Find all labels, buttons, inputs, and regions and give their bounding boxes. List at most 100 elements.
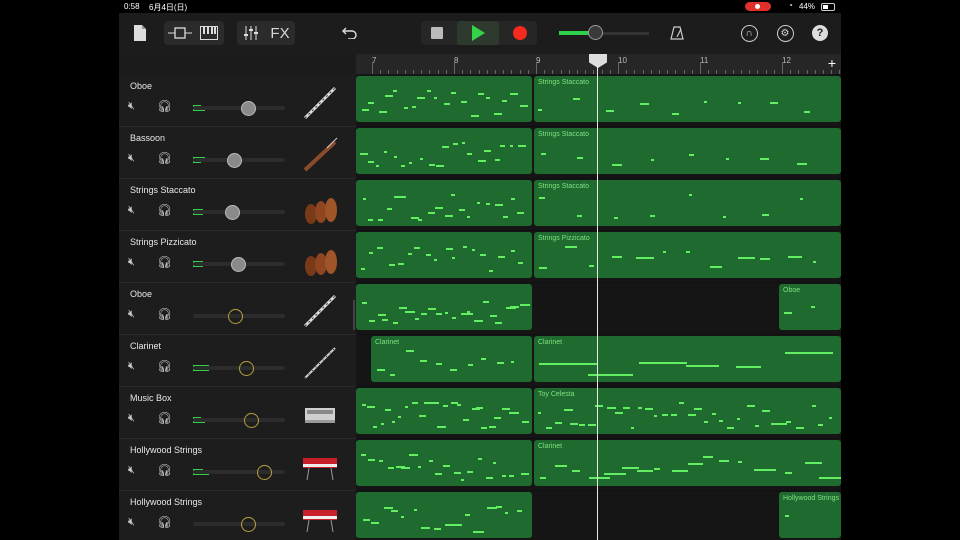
track-header[interactable]: Strings Pizzicato 🔇︎ 🎧︎ xyxy=(119,230,356,283)
region[interactable]: Hollywood Strings xyxy=(779,492,841,538)
track-lane[interactable]: Oboe xyxy=(356,282,841,335)
track-resize-handle[interactable] xyxy=(353,300,355,330)
region[interactable] xyxy=(356,284,532,330)
status-bar: 0:58 6月4日(日) ◔ 44% xyxy=(119,0,841,13)
midi-note xyxy=(479,254,486,256)
region[interactable] xyxy=(356,440,532,486)
headphones-icon[interactable]: 🎧︎ xyxy=(157,515,173,529)
track-lane[interactable]: Strings Pizzicato xyxy=(356,230,841,283)
track-header[interactable]: Hollywood Strings 🔇︎ 🎧︎ xyxy=(119,490,356,540)
tracks-area[interactable]: Strings Staccato Strings Staccato String… xyxy=(353,74,841,540)
master-volume-knob[interactable] xyxy=(588,25,603,40)
track-lane[interactable]: Clarinet xyxy=(356,438,841,491)
track-lane[interactable]: Strings Staccato xyxy=(356,74,841,127)
ruler-tick xyxy=(700,62,701,74)
mute-speaker-icon[interactable]: 🔇︎ xyxy=(128,204,142,216)
midi-note xyxy=(726,427,734,429)
headphones-icon[interactable]: 🎧︎ xyxy=(157,255,173,269)
region[interactable]: Toy Celesta xyxy=(534,388,841,434)
keyboard-button[interactable] xyxy=(198,21,220,45)
track-lane[interactable]: Hollywood Strings xyxy=(356,490,841,540)
volume-slider-knob[interactable] xyxy=(225,205,240,220)
track-lane[interactable]: Clarinet Clarinet xyxy=(356,334,841,387)
play-button[interactable] xyxy=(457,21,499,45)
region[interactable]: Clarinet xyxy=(534,336,841,382)
volume-slider-track[interactable] xyxy=(193,522,285,526)
headphones-icon[interactable]: 🎧︎ xyxy=(157,463,173,477)
metronome-button[interactable] xyxy=(667,21,687,45)
volume-slider-track[interactable] xyxy=(193,418,285,422)
ruler-tick xyxy=(372,62,373,74)
midi-note xyxy=(576,157,583,159)
music-box-icon xyxy=(305,408,335,423)
mixer-button[interactable] xyxy=(240,21,262,45)
headphones-icon[interactable]: 🎧︎ xyxy=(157,203,173,217)
track-header[interactable]: Music Box 🔇︎ 🎧︎ xyxy=(119,386,356,439)
settings-button[interactable]: ⚙ xyxy=(775,21,795,45)
region[interactable]: Clarinet xyxy=(534,440,841,486)
fx-button[interactable]: FX xyxy=(268,21,292,45)
volume-slider-knob[interactable] xyxy=(239,361,254,376)
undo-button[interactable] xyxy=(340,21,360,45)
track-lane[interactable]: Toy Celesta xyxy=(356,386,841,439)
region[interactable]: Strings Pizzicato xyxy=(534,232,841,278)
track-header[interactable]: Clarinet 🔇︎ 🎧︎ xyxy=(119,334,356,387)
region[interactable]: Strings Staccato xyxy=(534,128,841,174)
region[interactable] xyxy=(356,388,532,434)
region[interactable] xyxy=(356,180,532,226)
track-header[interactable]: Hollywood Strings 🔇︎ 🎧︎ xyxy=(119,438,356,491)
track-header[interactable]: Strings Staccato 🔇︎ 🎧︎ xyxy=(119,178,356,231)
track-header[interactable]: Bassoon 🔇︎ 🎧︎ xyxy=(119,126,356,179)
mute-speaker-icon[interactable]: 🔇︎ xyxy=(128,360,142,372)
headphones-icon[interactable]: 🎧︎ xyxy=(157,99,173,113)
midi-note xyxy=(393,90,398,92)
midi-note xyxy=(442,146,450,148)
mute-speaker-icon[interactable]: 🔇︎ xyxy=(128,256,142,268)
region[interactable]: Clarinet xyxy=(371,336,532,382)
midi-note xyxy=(485,477,493,479)
region[interactable] xyxy=(356,128,532,174)
add-section-button[interactable]: + xyxy=(828,55,836,71)
region[interactable] xyxy=(356,492,532,538)
track-header[interactable]: Oboe 🔇︎ 🎧︎ xyxy=(119,282,356,335)
track-header[interactable]: Oboe 🔇︎ 🎧︎ xyxy=(119,74,356,127)
headphones-icon[interactable]: 🎧︎ xyxy=(157,307,173,321)
headphones-icon[interactable]: 🎧︎ xyxy=(157,359,173,373)
my-songs-button[interactable] xyxy=(132,21,148,45)
headphones-icon[interactable]: 🎧︎ xyxy=(157,411,173,425)
mute-speaker-icon[interactable]: 🔇︎ xyxy=(128,464,142,476)
volume-slider-knob[interactable] xyxy=(231,257,246,272)
track-lane[interactable]: Strings Staccato xyxy=(356,126,841,179)
battery-icon xyxy=(821,3,835,11)
mute-speaker-icon[interactable]: 🔇︎ xyxy=(128,152,142,164)
mute-speaker-icon[interactable]: 🔇︎ xyxy=(128,516,142,528)
volume-slider-knob[interactable] xyxy=(241,101,256,116)
volume-slider-knob[interactable] xyxy=(241,517,256,532)
region[interactable]: Strings Staccato xyxy=(534,180,841,226)
region[interactable] xyxy=(356,76,532,122)
volume-slider-knob[interactable] xyxy=(257,465,272,480)
track-lane[interactable]: Strings Staccato xyxy=(356,178,841,231)
volume-slider-knob[interactable] xyxy=(244,413,259,428)
headphones-icon[interactable]: 🎧︎ xyxy=(157,151,173,165)
loop-browser-button[interactable]: ∩ xyxy=(739,21,759,45)
help-button[interactable]: ? xyxy=(810,21,830,45)
volume-slider-track[interactable] xyxy=(193,106,285,110)
region[interactable] xyxy=(356,232,532,278)
midi-note xyxy=(687,463,703,465)
mute-speaker-icon[interactable]: 🔇︎ xyxy=(128,412,142,424)
region[interactable]: Oboe xyxy=(779,284,841,330)
record-button[interactable] xyxy=(507,21,533,45)
stop-button[interactable] xyxy=(425,21,449,45)
midi-note xyxy=(460,313,473,315)
volume-slider-knob[interactable] xyxy=(228,309,243,324)
midi-note xyxy=(572,98,580,100)
mute-speaker-icon[interactable]: 🔇︎ xyxy=(128,100,142,112)
midi-note xyxy=(785,472,793,474)
region-name: Clarinet xyxy=(538,443,563,450)
volume-slider-knob[interactable] xyxy=(227,153,242,168)
tracks-view-button[interactable] xyxy=(167,21,193,45)
region[interactable]: Strings Staccato xyxy=(534,76,841,122)
mute-speaker-icon[interactable]: 🔇︎ xyxy=(128,308,142,320)
midi-note xyxy=(661,414,668,416)
